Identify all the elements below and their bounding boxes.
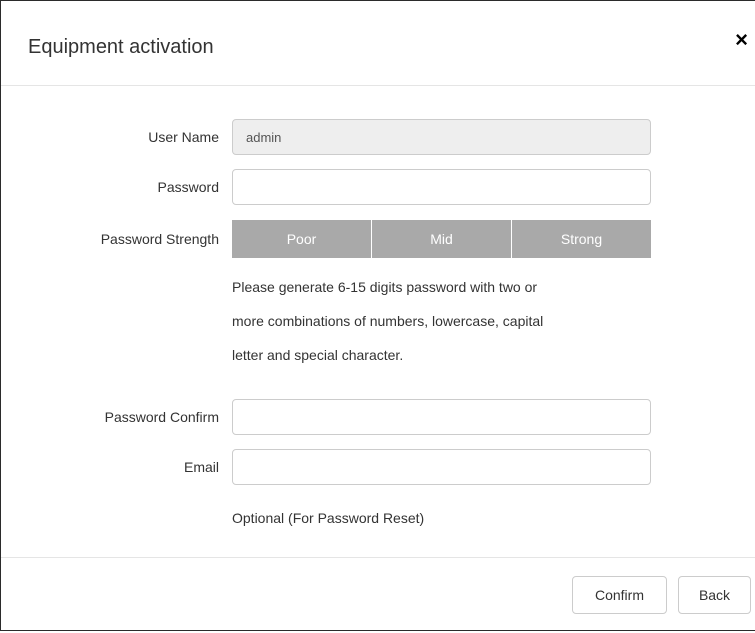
password-label: Password xyxy=(157,179,219,195)
password-hint-line: Please generate 6-15 digits password wit… xyxy=(232,279,538,295)
dialog-title: Equipment activation xyxy=(28,36,214,58)
strength-mid: Mid xyxy=(372,220,512,258)
email-field[interactable] xyxy=(232,449,651,485)
equipment-activation-dialog: Equipment activation × User Name Passwor… xyxy=(0,0,755,631)
password-hint-line: letter and special character. xyxy=(232,347,404,363)
username-label: User Name xyxy=(148,129,219,145)
password-hint: Please generate 6-15 digits password wit… xyxy=(232,270,652,372)
close-icon[interactable]: × xyxy=(735,28,748,52)
email-label: Email xyxy=(183,459,219,475)
password-confirm-label: Password Confirm xyxy=(104,409,219,425)
password-field[interactable] xyxy=(232,169,651,205)
strength-strong: Strong xyxy=(512,220,651,258)
password-strength-label: Password Strength xyxy=(100,231,219,247)
dialog-header: Equipment activation × xyxy=(1,1,755,86)
password-confirm-field[interactable] xyxy=(232,399,651,435)
username-field[interactable] xyxy=(232,119,651,155)
password-hint-line: more combinations of numbers, lowercase,… xyxy=(232,313,544,329)
back-button[interactable]: Back xyxy=(678,576,751,614)
strength-poor: Poor xyxy=(232,220,372,258)
confirm-button[interactable]: Confirm xyxy=(572,576,667,614)
password-strength-meter: Poor Mid Strong xyxy=(232,220,651,258)
email-note: Optional (For Password Reset) xyxy=(232,510,425,526)
